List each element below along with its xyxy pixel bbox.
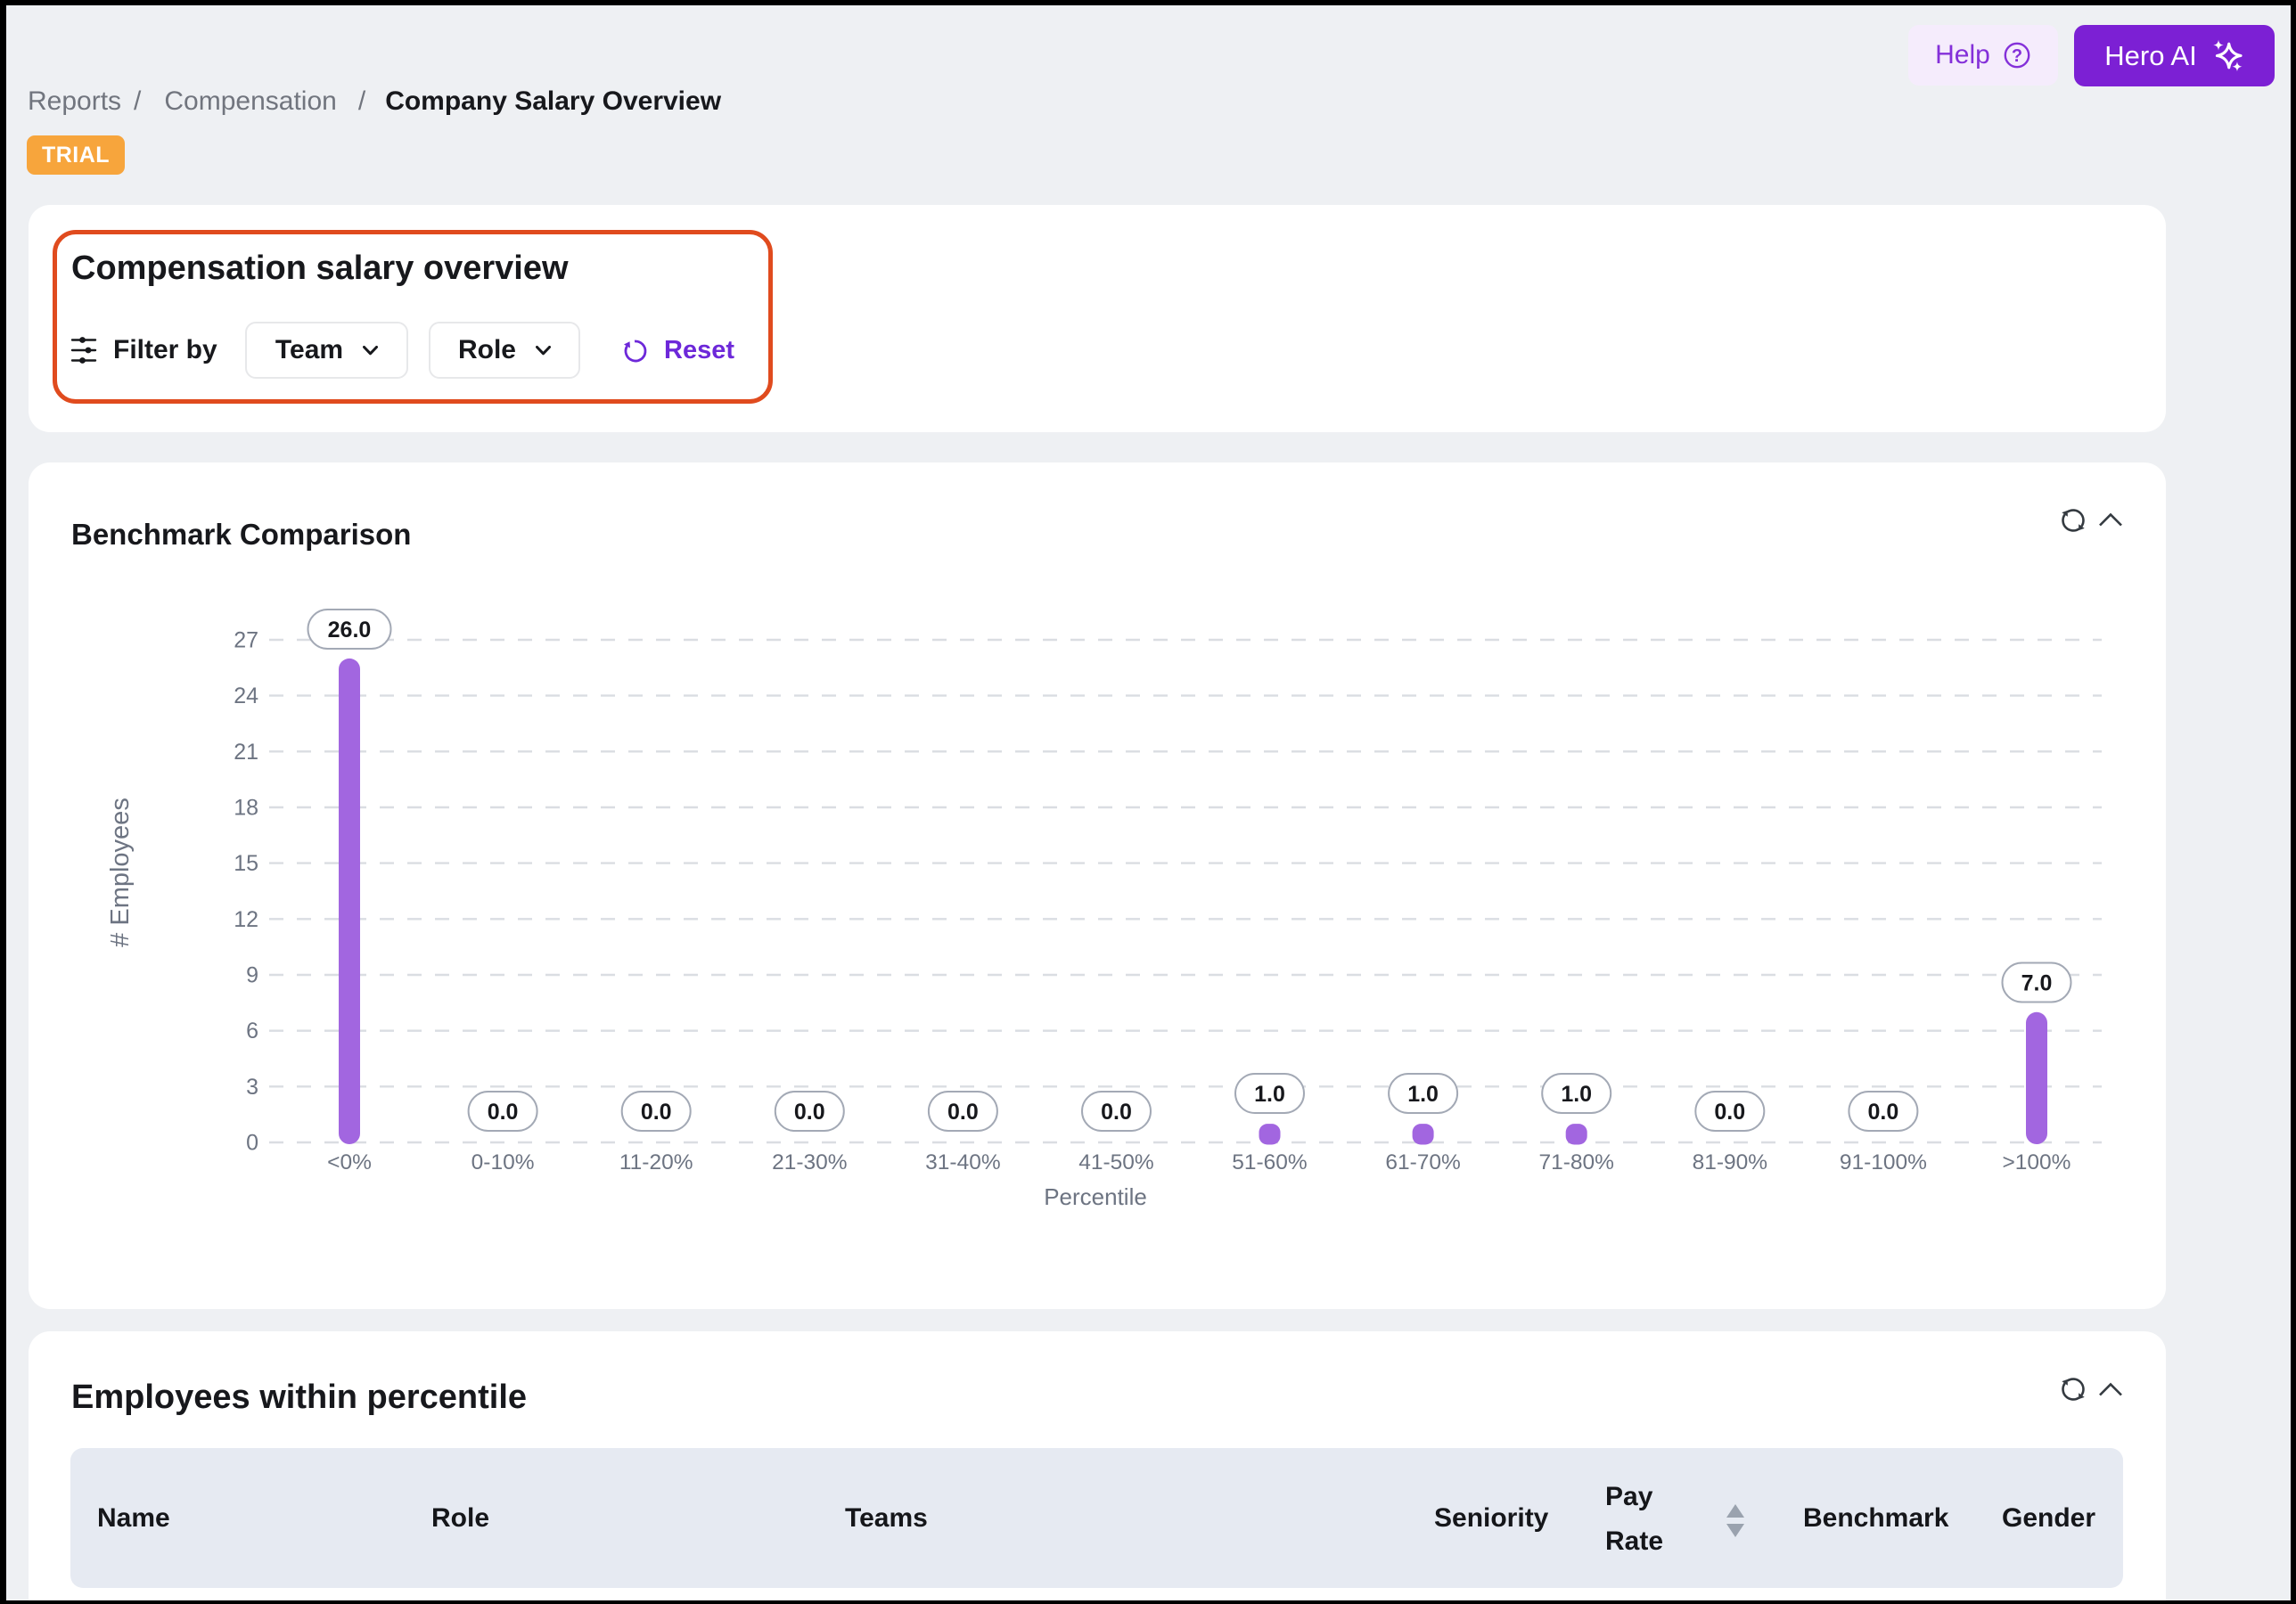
svg-text:6: 6 (246, 1019, 258, 1043)
svg-text:?: ? (2012, 46, 2022, 66)
svg-text:0.0: 0.0 (1101, 1100, 1132, 1125)
svg-text:41-50%: 41-50% (1078, 1150, 1153, 1174)
svg-text:15: 15 (234, 851, 258, 876)
svg-text:31-40%: 31-40% (925, 1150, 1000, 1174)
svg-text:Percentile: Percentile (1044, 1183, 1147, 1210)
svg-text:0.0: 0.0 (794, 1100, 825, 1125)
svg-text:7.0: 7.0 (2021, 971, 2053, 996)
svg-text:>100%: >100% (2003, 1150, 2071, 1174)
svg-text:24: 24 (234, 683, 258, 708)
svg-text:61-70%: 61-70% (1385, 1150, 1460, 1174)
svg-text:11-20%: 11-20% (619, 1150, 693, 1174)
svg-text:1.0: 1.0 (1254, 1082, 1285, 1107)
svg-text:1.0: 1.0 (1407, 1082, 1439, 1107)
svg-text:9: 9 (246, 963, 258, 988)
svg-text:91-100%: 91-100% (1840, 1150, 1927, 1174)
svg-text:27: 27 (234, 628, 258, 653)
svg-text:1.0: 1.0 (1561, 1082, 1592, 1107)
svg-text:18: 18 (234, 796, 258, 821)
svg-text:0.0: 0.0 (488, 1100, 519, 1125)
svg-text:0.0: 0.0 (947, 1100, 979, 1125)
svg-text:12: 12 (234, 907, 258, 932)
svg-text:21: 21 (234, 740, 258, 765)
svg-text:71-80%: 71-80% (1538, 1150, 1613, 1174)
svg-text:0.0: 0.0 (1868, 1100, 1899, 1125)
svg-text:<0%: <0% (327, 1150, 372, 1174)
svg-text:81-90%: 81-90% (1693, 1150, 1767, 1174)
svg-text:51-60%: 51-60% (1232, 1150, 1307, 1174)
svg-text:3: 3 (246, 1075, 258, 1100)
svg-text:# Employees: # Employees (106, 798, 135, 947)
svg-text:0.0: 0.0 (641, 1100, 672, 1125)
svg-text:0-10%: 0-10% (472, 1150, 535, 1174)
svg-text:26.0: 26.0 (328, 618, 372, 642)
svg-text:21-30%: 21-30% (772, 1150, 847, 1174)
svg-text:0: 0 (246, 1131, 258, 1156)
svg-text:0.0: 0.0 (1714, 1100, 1745, 1125)
